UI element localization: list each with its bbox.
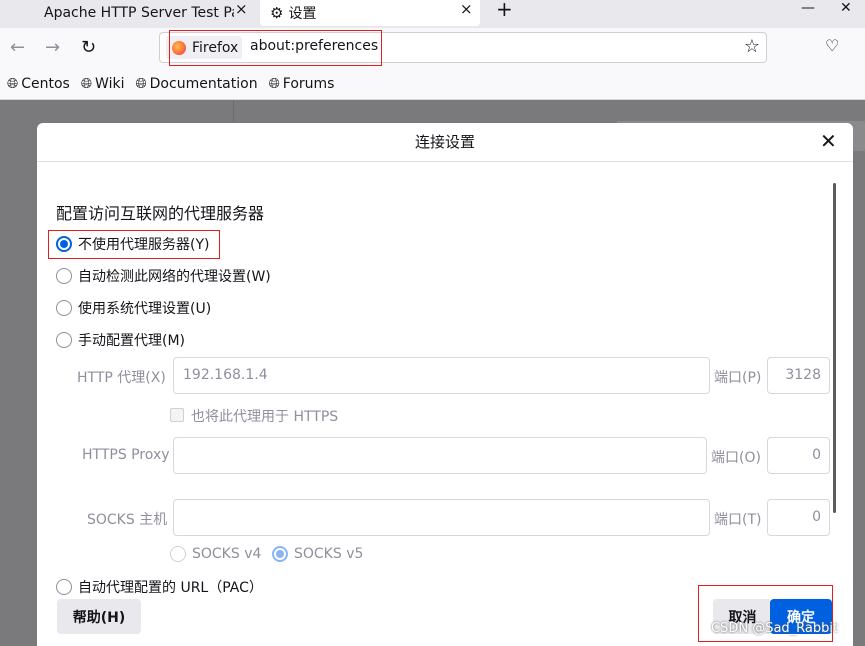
reload-icon[interactable]: ↻ <box>81 37 96 58</box>
https-proxy-input[interactable] <box>173 437 707 474</box>
radio-socks-v5[interactable]: SOCKS v5 <box>272 546 363 562</box>
help-button[interactable]: 帮助(H) <box>57 599 141 634</box>
bookmark-star-icon[interactable]: ☆ <box>744 36 760 57</box>
tab-settings[interactable]: ⚙ 设置 × <box>260 0 480 26</box>
background-divider <box>233 100 234 122</box>
radio-button[interactable] <box>56 300 72 316</box>
socks-host-input[interactable] <box>173 499 710 536</box>
forward-arrow-icon[interactable]: → <box>45 37 60 58</box>
connection-settings-dialog: 连接设置 ✕ 配置访问互联网的代理服务器 不使用代理服务器(Y) 自动检测此网络… <box>37 123 853 646</box>
bookmark-centos[interactable]: 🌐︎ Centos <box>7 76 70 92</box>
globe-icon: 🌐︎ <box>80 75 93 92</box>
dialog-title: 连接设置 <box>414 133 475 151</box>
radio-button[interactable] <box>56 268 72 284</box>
bookmark-label: Centos <box>21 75 70 92</box>
bookmark-label: Documentation <box>149 75 258 92</box>
bookmark-documentation[interactable]: 🌐︎ Documentation <box>135 76 257 92</box>
also-https-label: 也将此代理用于 HTTPS <box>191 409 339 425</box>
radio-pac-url[interactable]: 自动代理配置的 URL（PAC） <box>56 577 263 597</box>
watermark: CSDN @Sad_Rabbit <box>711 621 839 636</box>
new-tab-button[interactable]: + <box>496 0 513 21</box>
radio-label: 手动配置代理(M) <box>78 333 186 349</box>
close-window-button[interactable]: ✕ <box>840 0 852 16</box>
highlight-box-url <box>169 30 382 66</box>
bookmark-label: Wiki <box>95 75 125 92</box>
http-proxy-label: HTTP 代理(X) <box>77 370 166 386</box>
radio-system-proxy[interactable]: 使用系统代理设置(U) <box>56 298 211 318</box>
radio-label: SOCKS v5 <box>294 546 364 562</box>
https-proxy-label: HTTPS Proxy <box>82 447 170 463</box>
bookmarks-toolbar: 🌐︎ Centos 🌐︎ Wiki 🌐︎ Documentation 🌐︎ Forums <box>0 68 865 100</box>
http-port-input[interactable]: 3128 <box>767 357 830 394</box>
radio-button[interactable] <box>272 546 288 562</box>
bookmark-wiki[interactable]: 🌐︎ Wiki <box>81 76 125 92</box>
globe-icon: 🌐︎ <box>268 75 280 92</box>
radio-socks-v4[interactable]: SOCKS v4 <box>170 546 261 562</box>
scrollbar[interactable] <box>833 183 836 513</box>
also-https-checkbox[interactable] <box>170 408 184 422</box>
back-arrow-icon[interactable]: ← <box>10 37 25 58</box>
close-tab-icon[interactable]: × <box>235 0 248 18</box>
close-tab-icon[interactable]: × <box>460 0 473 18</box>
globe-icon: 🌐︎ <box>135 75 147 92</box>
radio-label: 自动代理配置的 URL（PAC） <box>78 580 263 596</box>
tab-strip: Apache HTTP Server Test Pag × ⚙ 设置 × + —… <box>0 0 865 28</box>
radio-label: 使用系统代理设置(U) <box>78 301 212 317</box>
radio-button[interactable] <box>56 332 72 348</box>
radio-manual-proxy[interactable]: 手动配置代理(M) <box>56 330 185 350</box>
http-proxy-input[interactable]: 192.168.1.4 <box>173 357 710 394</box>
http-port-label: 端口(P) <box>714 370 762 386</box>
radio-auto-detect[interactable]: 自动检测此网络的代理设置(W) <box>56 266 271 286</box>
proxy-heading: 配置访问互联网的代理服务器 <box>56 204 265 223</box>
radio-label: 自动检测此网络的代理设置(W) <box>78 269 271 285</box>
https-port-label: 端口(O) <box>711 450 761 466</box>
radio-button[interactable] <box>56 579 72 595</box>
radio-label: SOCKS v4 <box>192 546 262 562</box>
bookmark-forums[interactable]: 🌐︎ Forums <box>269 76 335 92</box>
divider <box>37 161 853 162</box>
socks-host-label: SOCKS 主机 <box>87 512 168 528</box>
pocket-icon[interactable]: ♡ <box>825 36 839 55</box>
https-port-input[interactable]: 0 <box>767 437 830 474</box>
close-icon[interactable]: ✕ <box>820 129 837 153</box>
tab-label: Apache HTTP Server Test Pag <box>44 5 234 21</box>
radio-button[interactable] <box>170 546 186 562</box>
globe-icon: 🌐︎ <box>7 75 19 92</box>
socks-port-label: 端口(T) <box>714 512 762 528</box>
minimize-button[interactable]: — <box>801 0 815 16</box>
tab-label: 设置 <box>288 6 317 22</box>
gear-icon: ⚙ <box>270 4 284 22</box>
socks-port-input[interactable]: 0 <box>767 499 830 536</box>
bookmark-label: Forums <box>282 75 335 92</box>
highlight-box-no-proxy <box>48 230 220 259</box>
tab-apache-test-page[interactable]: Apache HTTP Server Test Pag × <box>0 0 255 26</box>
navigation-toolbar: ← → ↻ Firefox about:preferences ☆ ♡ <box>0 28 865 68</box>
